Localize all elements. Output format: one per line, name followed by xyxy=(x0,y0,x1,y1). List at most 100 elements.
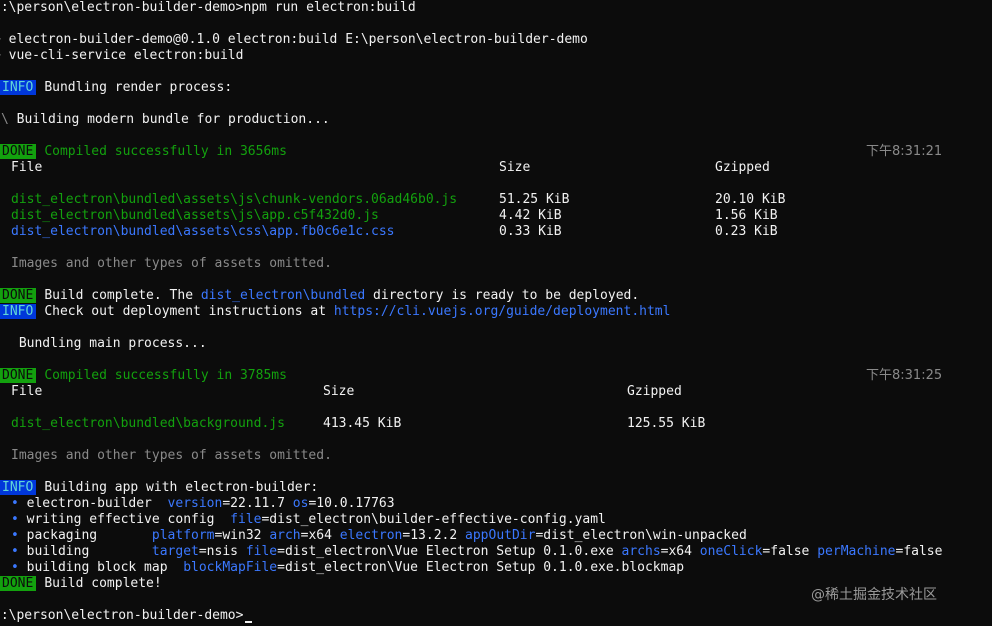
done-badge: DONE xyxy=(0,288,37,303)
value-file: =dist_electron\Vue Electron Setup 0.1.0.… xyxy=(277,544,622,559)
builder-label: packaging xyxy=(26,528,152,543)
command-line: C:\person\electron-builder-demo>npm run … xyxy=(0,0,416,16)
info-badge: INFO xyxy=(0,480,37,495)
builder-line: • building target=nsis file=dist_electro… xyxy=(11,544,942,560)
builder-line: • writing effective config file=dist_ele… xyxy=(11,512,606,528)
key-target: target xyxy=(151,544,199,559)
value-os: =10.0.17763 xyxy=(308,496,395,511)
asset-gzip: 20.10 KiB xyxy=(715,192,786,207)
key-os: os xyxy=(292,496,309,511)
done-badge: DONE xyxy=(0,368,37,383)
asset-file: dist_electron\bundled\assets\js\app.c5f4… xyxy=(11,208,379,223)
table-row: dist_electron\bundled\assets\js\chunk-ve… xyxy=(0,192,992,208)
value-electron: =13.2.2 xyxy=(402,528,466,543)
builder-label: building xyxy=(26,544,152,559)
bullet-icon: • xyxy=(11,544,19,559)
value-archs: =x64 xyxy=(660,544,700,559)
column-header-size: Size xyxy=(499,160,531,175)
value-version: =22.11.7 xyxy=(222,496,293,511)
output-dir: dist_electron\bundled xyxy=(200,288,366,303)
value-oneclick: =false xyxy=(762,544,818,559)
column-header-file: File xyxy=(11,160,43,175)
asset-gzip: 1.56 KiB xyxy=(715,208,778,223)
key-appoutdir: appOutDir xyxy=(465,528,536,543)
info-line: INFO Check out deployment instructions at… xyxy=(0,304,670,320)
asset-size: 51.25 KiB xyxy=(499,192,570,207)
key-oneclick: oneClick xyxy=(699,544,763,559)
info-badge: INFO xyxy=(0,304,37,319)
progress-line: Bundling main process... xyxy=(11,336,207,351)
asset-file: dist_electron\bundled\assets\css\app.fb0… xyxy=(11,224,395,239)
done-line: DONE Build complete! xyxy=(0,576,162,592)
build-message-end: directory is ready to be deployed. xyxy=(365,288,640,303)
done-line: DONE Compiled successfully in 3656ms 下午8:3… xyxy=(0,144,992,160)
done-line: DONE Compiled successfully in 3785ms 下午8:3… xyxy=(0,368,992,384)
table-row: dist_electron\bundled\assets\js\app.c5f4… xyxy=(0,208,992,224)
progress-message: Building modern bundle for production... xyxy=(8,112,330,127)
key-version: version xyxy=(167,496,223,511)
omitted-note: Images and other types of assets omitted… xyxy=(11,448,332,463)
bullet-icon: • xyxy=(11,560,19,575)
builder-label: building block map xyxy=(26,560,184,575)
npm-script-line: > vue-cli-service electron:build xyxy=(0,48,244,63)
done-line: DONE Build complete. The dist_electron\bu… xyxy=(0,288,639,304)
key-arch: arch xyxy=(269,528,301,543)
compiled-message: Compiled successfully in 3656ms xyxy=(44,144,287,159)
table-row: dist_electron\bundled\assets\css\app.fb0… xyxy=(0,224,992,240)
builder-line: • electron-builder version=22.11.7 os=10… xyxy=(11,496,395,512)
value-file: =dist_electron\builder-effective-config.… xyxy=(261,512,606,527)
deploy-link[interactable]: https://cli.vuejs.org/guide/deployment.h… xyxy=(334,304,671,319)
column-header-file: File xyxy=(11,384,43,399)
asset-file: dist_electron\bundled\background.js xyxy=(11,416,285,431)
spinner-icon: \ xyxy=(1,112,9,127)
key-permachine: perMachine xyxy=(817,544,896,559)
table-header: File Size Gzipped xyxy=(0,384,992,400)
builder-line: • building block map blockMapFile=dist_e… xyxy=(11,560,684,576)
asset-gzip: 125.55 KiB xyxy=(627,416,706,431)
key-file: file xyxy=(230,512,262,527)
prompt-path: C:\person\electron-builder-demo> xyxy=(0,608,244,623)
builder-heading: Building app with electron-builder: xyxy=(44,480,319,495)
done-badge: DONE xyxy=(0,576,37,591)
info-line: INFO Building app with electron-builder: xyxy=(0,480,318,496)
value-blockmapfile: =dist_electron\Vue Electron Setup 0.1.0.… xyxy=(277,560,685,575)
builder-line: • packaging platform=win32 arch=x64 elec… xyxy=(11,528,747,544)
npm-script-line: > electron-builder-demo@0.1.0 electron:b… xyxy=(0,32,588,47)
text-cursor xyxy=(245,621,253,623)
key-electron: electron xyxy=(339,528,403,543)
terminal-output[interactable]: C:\person\electron-builder-demo>npm run … xyxy=(0,0,992,626)
asset-file: dist_electron\bundled\assets\js\chunk-ve… xyxy=(11,192,458,207)
table-header: File Size Gzipped xyxy=(0,160,992,176)
builder-label: writing effective config xyxy=(26,512,231,527)
value-appoutdir: =dist_electron\win-unpacked xyxy=(535,528,747,543)
builder-label: electron-builder xyxy=(26,496,168,511)
info-message: Bundling render process: xyxy=(44,80,233,95)
key-file: file xyxy=(245,544,278,559)
timestamp: 下午8:31:25 xyxy=(866,368,943,383)
watermark-text: @稀土掘金技术社区 xyxy=(811,587,937,603)
info-badge: INFO xyxy=(0,80,37,95)
key-archs: archs xyxy=(621,544,661,559)
prompt-line[interactable]: C:\person\electron-builder-demo> xyxy=(0,608,253,624)
value-permachine: =false xyxy=(895,544,943,559)
value-arch: =x64 xyxy=(300,528,340,543)
prompt-path: C:\person\electron-builder-demo> xyxy=(0,0,244,15)
build-message: Build complete. The xyxy=(44,288,201,303)
key-platform: platform xyxy=(151,528,215,543)
command-text: npm run electron:build xyxy=(243,0,416,15)
value-platform: =win32 xyxy=(214,528,270,543)
column-header-gzipped: Gzipped xyxy=(627,384,682,399)
done-badge: DONE xyxy=(0,144,37,159)
value-target: =nsis xyxy=(198,544,246,559)
timestamp: 下午8:31:21 xyxy=(866,144,943,159)
compiled-message: Compiled successfully in 3785ms xyxy=(44,368,287,383)
asset-size: 0.33 KiB xyxy=(499,224,562,239)
asset-size: 4.42 KiB xyxy=(499,208,562,223)
key-blockmapfile: blockMapFile xyxy=(183,560,278,575)
bullet-icon: • xyxy=(11,528,19,543)
column-header-gzipped: Gzipped xyxy=(715,160,770,175)
bullet-icon: • xyxy=(11,512,19,527)
bullet-icon: • xyxy=(11,496,19,511)
table-row: dist_electron\bundled\background.js 413.… xyxy=(0,416,992,432)
column-header-size: Size xyxy=(323,384,355,399)
